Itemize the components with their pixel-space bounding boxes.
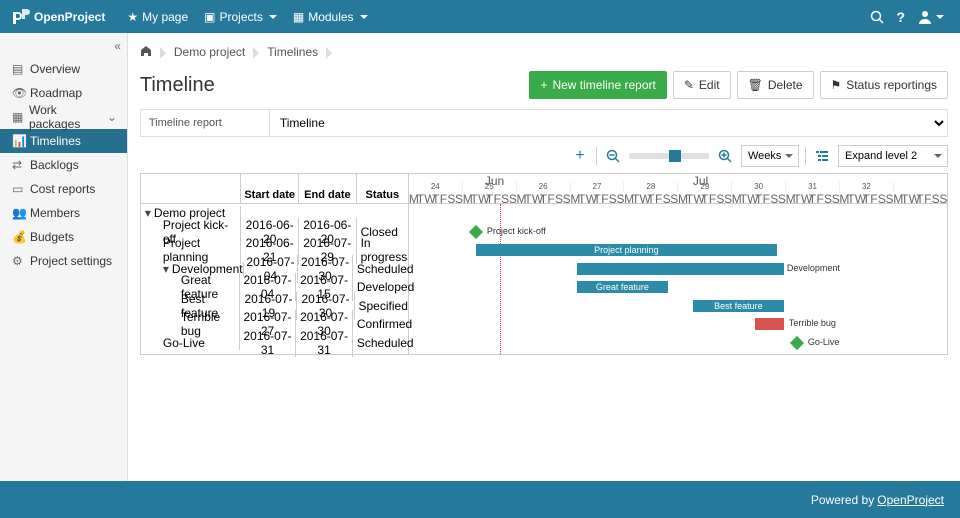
timelines-icon: 📊 xyxy=(12,134,30,148)
chevron-down-icon xyxy=(936,15,944,19)
report-select[interactable]: Timeline xyxy=(269,110,947,136)
top-bar: OpenProject ★My page ▣Projects ▦Modules … xyxy=(0,0,960,33)
trash-icon: 🗑 xyxy=(748,78,763,92)
gantt-row: Terrible bug xyxy=(409,315,947,334)
bar-label: Development xyxy=(787,263,840,273)
gantt-row xyxy=(409,204,947,223)
add-icon[interactable]: + xyxy=(570,146,590,166)
pencil-icon: ✎ xyxy=(684,78,694,92)
brand-text: OpenProject xyxy=(34,10,105,24)
chevron-down-icon xyxy=(269,15,277,19)
sidebar: « ▤Overview👁Roadmap▦Work packages⌄📊Timel… xyxy=(0,33,128,481)
zoom-in-icon[interactable] xyxy=(715,146,735,166)
gantt-bar[interactable] xyxy=(755,318,784,330)
footer-link[interactable]: OpenProject xyxy=(877,493,944,507)
page-title: Timeline xyxy=(140,74,215,97)
work-icon: ▦ xyxy=(12,110,29,124)
sidebar-item-budgets[interactable]: 💰Budgets xyxy=(0,225,127,249)
projects-icon: ▣ xyxy=(204,10,215,24)
plus-icon: + xyxy=(540,78,547,92)
status-reportings-button[interactable]: ⚑Status reportings xyxy=(820,71,948,99)
milestone-marker[interactable] xyxy=(469,224,483,238)
members-icon: 👥 xyxy=(12,206,30,220)
outline-icon[interactable] xyxy=(812,146,832,166)
gantt-row: Project planning xyxy=(409,241,947,260)
edit-button[interactable]: ✎Edit xyxy=(673,71,731,99)
sidebar-item-overview[interactable]: ▤Overview xyxy=(0,57,127,81)
sidebar-item-backlogs[interactable]: ⇄Backlogs xyxy=(0,153,127,177)
zoom-slider[interactable] xyxy=(629,153,709,159)
modules-icon: ▦ xyxy=(293,10,304,24)
user-menu[interactable] xyxy=(917,9,944,25)
report-label: Timeline report xyxy=(141,111,269,135)
gantt-bar[interactable] xyxy=(577,263,784,275)
flag-icon: ⚑ xyxy=(831,78,842,92)
gantt-toolbar: + Weeks Expand level 2 xyxy=(140,145,948,167)
slider-thumb[interactable] xyxy=(669,150,681,162)
report-selector-row: Timeline report Timeline xyxy=(140,109,948,137)
nav-projects[interactable]: ▣Projects xyxy=(204,10,277,24)
backlogs-icon: ⇄ xyxy=(12,158,30,172)
scale-select[interactable]: Weeks xyxy=(741,145,799,167)
breadcrumb: Demo project Timelines xyxy=(140,39,948,65)
gantt-row: Project kick-off xyxy=(409,223,947,242)
sidebar-item-project-settings[interactable]: ⚙Project settings xyxy=(0,249,127,273)
sidebar-item-members[interactable]: 👥Members xyxy=(0,201,127,225)
nav-mypage[interactable]: ★My page xyxy=(127,10,188,24)
budgets-icon: 💰 xyxy=(12,230,30,244)
gantt-row: Go-Live xyxy=(409,334,947,353)
sidebar-collapse[interactable]: « xyxy=(114,39,121,53)
new-timeline-button[interactable]: +New timeline report xyxy=(529,71,666,99)
sidebar-item-timelines[interactable]: 📊Timelines xyxy=(0,129,127,153)
col-start: Start date xyxy=(241,174,299,203)
overview-icon: ▤ xyxy=(12,62,30,76)
bar-label: Project kick-off xyxy=(487,226,546,236)
table-row[interactable]: Go-Live2016-07-312016-07-31Scheduled xyxy=(141,334,408,353)
table-header: Start date End date Status xyxy=(141,174,408,204)
gantt-bar[interactable]: Great feature xyxy=(577,281,668,293)
breadcrumb-item[interactable]: Timelines xyxy=(259,45,332,59)
bar-label: Terrible bug xyxy=(789,318,836,328)
milestone-marker[interactable] xyxy=(790,335,804,349)
settings-icon: ⚙ xyxy=(12,254,30,268)
roadmap-icon: 👁 xyxy=(12,86,30,100)
sidebar-item-roadmap[interactable]: 👁Roadmap xyxy=(0,81,127,105)
chevron-down-icon xyxy=(360,15,368,19)
help-icon[interactable]: ? xyxy=(896,9,905,25)
col-status: Status xyxy=(357,174,408,203)
delete-button[interactable]: 🗑Delete xyxy=(737,71,814,99)
brand-logo[interactable]: OpenProject xyxy=(10,9,105,25)
search-icon[interactable] xyxy=(870,10,884,24)
gantt-row: Great feature xyxy=(409,278,947,297)
chevron-down-icon: ⌄ xyxy=(107,110,117,124)
expand-select[interactable]: Expand level 2 xyxy=(838,145,948,167)
sidebar-item-cost-reports[interactable]: ▭Cost reports xyxy=(0,177,127,201)
gantt-table: Start date End date Status ▾Demo project… xyxy=(141,174,409,354)
nav-modules[interactable]: ▦Modules xyxy=(293,10,368,24)
gantt-row: Development xyxy=(409,260,947,279)
breadcrumb-home[interactable] xyxy=(140,45,166,60)
zoom-out-icon[interactable] xyxy=(603,146,623,166)
gantt-row: Best feature xyxy=(409,297,947,316)
gantt-bar[interactable]: Best feature xyxy=(693,300,784,312)
cost-icon: ▭ xyxy=(12,182,30,196)
gantt-bar[interactable]: Project planning xyxy=(476,244,777,256)
star-icon: ★ xyxy=(127,10,138,24)
content-area: Demo project Timelines Timeline +New tim… xyxy=(128,33,960,481)
gantt-timeline[interactable]: JunJul 242526272829303132 MTWTFSSMTWTFSS… xyxy=(409,174,947,354)
gantt-chart: Start date End date Status ▾Demo project… xyxy=(140,173,948,355)
footer: Powered by OpenProject xyxy=(0,481,960,518)
breadcrumb-item[interactable]: Demo project xyxy=(166,45,259,59)
sidebar-item-work-packages[interactable]: ▦Work packages⌄ xyxy=(0,105,127,129)
col-end: End date xyxy=(299,174,357,203)
bar-label: Go-Live xyxy=(808,337,840,347)
